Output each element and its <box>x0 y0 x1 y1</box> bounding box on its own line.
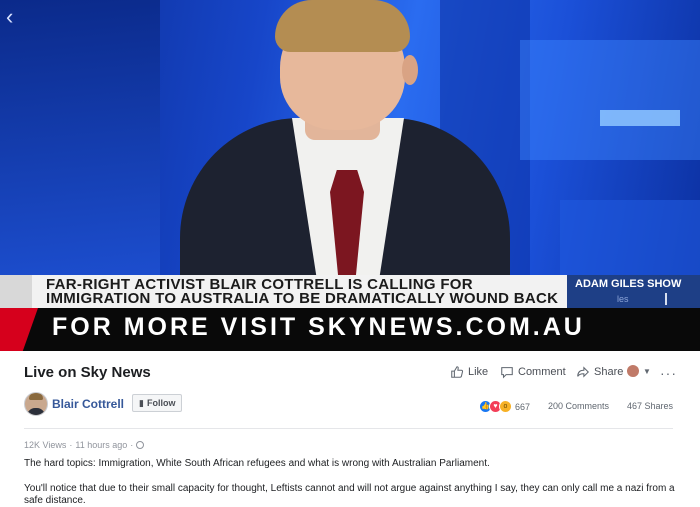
studio-light <box>600 110 680 126</box>
share-label: Share <box>594 366 624 378</box>
follow-label: Follow <box>146 398 176 408</box>
wow-reaction-icon: o <box>499 400 512 413</box>
avatar-hair <box>29 393 43 400</box>
studio-panel <box>0 0 160 275</box>
headline-stripe <box>0 275 32 308</box>
shares-count-link[interactable]: 467 Shares <box>627 401 673 411</box>
page-avatar[interactable] <box>24 392 48 416</box>
show-name: ADAM GILES SHOW <box>575 278 682 290</box>
post-text-paragraph: The hard topics: Immigration, White Sout… <box>24 458 490 469</box>
like-label: Like <box>468 366 489 378</box>
globe-icon <box>136 441 145 449</box>
promo-red-flag <box>0 308 38 351</box>
promo-banner: FOR MORE VISIT SKYNEWS.COM.AU <box>0 308 700 351</box>
share-button[interactable]: Share <box>576 365 623 379</box>
video-subject <box>180 0 510 288</box>
page-name-link[interactable]: Blair Cottrell <box>52 397 124 411</box>
show-sub: les <box>617 294 629 304</box>
chevron-left-icon[interactable]: ‹ <box>6 6 13 28</box>
post-meta: 12K Views · 11 hours ago · <box>24 440 145 450</box>
avatar-body <box>27 408 45 415</box>
studio-panel <box>520 40 700 160</box>
avatar-icon <box>627 365 639 377</box>
ellipsis-icon: ··· <box>660 365 677 381</box>
more-options-button[interactable]: ··· <box>660 365 677 381</box>
studio-panel <box>560 200 700 275</box>
headline-line-2: IMMIGRATION TO AUSTRALIA TO BE DRAMATICA… <box>46 290 559 307</box>
meta-separator: · <box>69 440 73 450</box>
share-arrow-icon <box>577 366 589 378</box>
follow-icon: ▮ <box>139 397 144 408</box>
post-text-paragraph: You'll notice that due to their small ca… <box>24 483 675 506</box>
ear <box>402 55 418 85</box>
comment-icon <box>501 367 513 379</box>
like-button[interactable]: Like <box>450 365 488 379</box>
show-tag: ADAM GILES SHOW les <box>567 275 700 308</box>
reaction-count: 667 <box>515 401 531 412</box>
hair <box>275 0 410 52</box>
view-count: 12K Views <box>24 440 67 450</box>
reactions-summary[interactable]: 👍 ♥ o 667 <box>479 400 530 413</box>
lower-third-headline: FAR-RIGHT ACTIVIST BLAIR COTTRELL IS CAL… <box>0 275 567 308</box>
show-tag-bar <box>665 293 667 305</box>
thumbs-up-icon <box>451 366 464 378</box>
comment-button[interactable]: Comment <box>500 365 566 379</box>
comments-count-link[interactable]: 200 Comments <box>548 401 609 411</box>
post-time[interactable]: 11 hours ago <box>75 440 127 450</box>
promo-text: FOR MORE VISIT SKYNEWS.COM.AU <box>52 313 585 341</box>
video-player[interactable]: ‹ FAR-RIGHT ACTIVIST BLAIR COTTRELL IS C… <box>0 0 700 351</box>
meta-separator: · <box>130 440 134 450</box>
post-title: Live on Sky News <box>24 364 151 381</box>
follow-button[interactable]: ▮ Follow <box>132 394 183 412</box>
reaction-as-selector[interactable]: ▼ <box>627 365 651 377</box>
divider <box>24 428 673 429</box>
caret-down-icon: ▼ <box>643 366 651 376</box>
comment-label: Comment <box>518 366 566 378</box>
